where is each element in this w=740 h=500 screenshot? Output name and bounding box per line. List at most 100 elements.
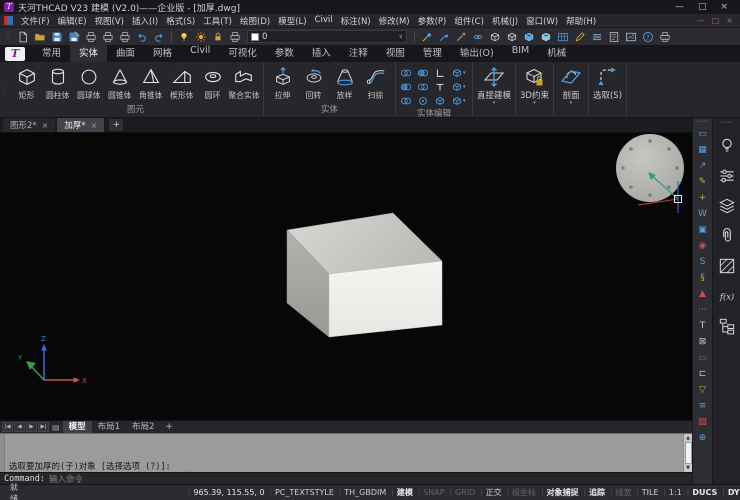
- thcad-brand-icon[interactable]: T: [5, 47, 25, 61]
- shell-icon[interactable]: [417, 94, 434, 108]
- toolbar-grip[interactable]: ⋮: [4, 32, 12, 41]
- drawing-tab[interactable]: 图形2* ×: [3, 118, 55, 132]
- layout-nav-button[interactable]: ▶: [26, 422, 37, 432]
- menu-item[interactable]: 组件(C): [450, 15, 488, 27]
- menu-item[interactable]: 工具(T): [199, 15, 236, 27]
- ortho-toggle[interactable]: 正交: [476, 487, 502, 498]
- menu-item[interactable]: Civil: [311, 15, 337, 27]
- snap-toggle[interactable]: SNAP: [414, 488, 446, 497]
- osnap-toggle[interactable]: 对象捕捉: [537, 487, 580, 498]
- hatch-icon[interactable]: [717, 256, 737, 276]
- scale-toggle[interactable]: 1:1: [660, 488, 683, 497]
- ribbon-tab[interactable]: 参数: [266, 43, 303, 62]
- ribbon-tool[interactable]: 矩形: [12, 64, 42, 101]
- solid-box[interactable]: [287, 213, 442, 337]
- attachment-icon[interactable]: [717, 226, 737, 246]
- dim-style[interactable]: TH_GBDIM: [335, 488, 387, 497]
- ribbon-tool[interactable]: 圆球体: [74, 64, 104, 101]
- flag-icon[interactable]: ▨: [695, 415, 710, 429]
- orient-cube-icon[interactable]: ▲: [695, 287, 710, 301]
- visual-style-shaded-icon[interactable]: [521, 29, 537, 44]
- visual-style-realistic-icon[interactable]: [538, 29, 554, 44]
- cube-option3-icon[interactable]: ▾: [451, 94, 468, 108]
- link-icon[interactable]: [470, 29, 486, 44]
- menu-item[interactable]: 参数(P): [414, 15, 451, 27]
- ribbon-tab[interactable]: 网格: [144, 43, 181, 62]
- visual-style-hidden-icon[interactable]: [504, 29, 520, 44]
- navigation-ball[interactable]: [616, 134, 684, 202]
- menu-item[interactable]: 文件(F): [17, 15, 54, 27]
- layout-tab[interactable]: 布局1: [92, 421, 126, 433]
- properties-icon[interactable]: [589, 29, 605, 44]
- lineweight-toggle[interactable]: 线宽: [606, 487, 632, 498]
- close-button[interactable]: ×: [720, 2, 728, 12]
- layer-dropdown[interactable]: 0 ∨: [247, 30, 407, 43]
- strip-separator[interactable]: ···: [695, 303, 710, 317]
- tee-edit-icon[interactable]: [434, 80, 451, 94]
- close-icon[interactable]: ×: [42, 121, 49, 130]
- open-folder-icon[interactable]: [32, 29, 48, 44]
- spring-icon[interactable]: §: [695, 271, 710, 285]
- cad-standards-icon[interactable]: ▣: [695, 223, 710, 237]
- menu-item[interactable]: 视图(V): [91, 15, 128, 27]
- menu-item[interactable]: 机械(J): [488, 15, 522, 27]
- scroll-down-icon[interactable]: ▼: [686, 465, 690, 471]
- filter-icon[interactable]: ▽: [695, 383, 710, 397]
- maximize-button[interactable]: □: [698, 2, 707, 12]
- pin-tool-icon[interactable]: T: [695, 319, 710, 333]
- spline-icon[interactable]: S: [695, 255, 710, 269]
- publish-icon[interactable]: [117, 29, 133, 44]
- slice-icon[interactable]: [400, 94, 417, 108]
- eyedropper-icon[interactable]: [436, 29, 452, 44]
- ribbon-tool[interactable]: 回转: [299, 64, 329, 101]
- command-input[interactable]: Command: 输入命令: [0, 472, 692, 484]
- interfere-icon[interactable]: [417, 80, 434, 94]
- grid-toggle[interactable]: GRID: [446, 488, 477, 497]
- cube-option-icon[interactable]: ▾: [451, 66, 468, 80]
- ribbon-tab[interactable]: 管理: [414, 43, 451, 62]
- ribbon-tab[interactable]: Civil: [181, 43, 219, 62]
- sun-icon[interactable]: [193, 29, 209, 44]
- new-file-icon[interactable]: [15, 29, 31, 44]
- light-bulb-icon[interactable]: [717, 136, 737, 156]
- bracket-icon[interactable]: ⊏: [695, 367, 710, 381]
- layout-tab[interactable]: 布局2: [126, 421, 160, 433]
- match-properties-icon[interactable]: [419, 29, 435, 44]
- quick-select-icon[interactable]: [453, 29, 469, 44]
- menu-item[interactable]: 格式(S): [162, 15, 199, 27]
- ribbon-tool[interactable]: 聚合实体: [229, 64, 259, 101]
- measure-icon[interactable]: +: [695, 191, 710, 205]
- layer-lock-icon[interactable]: [210, 29, 226, 44]
- plot2-icon[interactable]: [657, 29, 673, 44]
- tile-toggle[interactable]: TILE: [632, 488, 659, 497]
- thicken-icon[interactable]: [434, 94, 451, 108]
- ribbon-tab[interactable]: 曲面: [107, 43, 144, 62]
- polyline-edit-icon[interactable]: ↗: [695, 159, 710, 173]
- menu-item[interactable]: 插入(I): [128, 15, 162, 27]
- ribbon-tool[interactable]: 角锥体: [136, 64, 166, 101]
- layer-bulb-icon[interactable]: [176, 29, 192, 44]
- layout-nav-button[interactable]: ◀: [14, 422, 25, 432]
- add-layout-button[interactable]: +: [161, 422, 177, 432]
- ribbon-tab[interactable]: 机械: [538, 43, 575, 62]
- formula-icon[interactable]: [717, 286, 737, 306]
- menu-item[interactable]: 标注(N): [337, 15, 375, 27]
- ribbon-tool[interactable]: 圆环: [198, 64, 228, 101]
- dyn-toggle[interactable]: DYN: [718, 488, 740, 497]
- corner-edit-icon[interactable]: [434, 66, 451, 80]
- ribbon-tab[interactable]: 注释: [340, 43, 377, 62]
- direct-modeling-button[interactable]: 直接建模 ▾: [473, 64, 516, 117]
- adjust-sliders-icon[interactable]: [717, 166, 737, 186]
- plot-icon[interactable]: [100, 29, 116, 44]
- layers-icon[interactable]: [717, 196, 737, 216]
- layout-tab[interactable]: 模型: [63, 421, 92, 433]
- ribbon-tab[interactable]: 实体: [70, 43, 107, 62]
- layout-nav-button[interactable]: ▶|: [38, 422, 49, 432]
- scroll-up-icon[interactable]: ▲: [686, 435, 690, 441]
- undo-icon[interactable]: [134, 29, 150, 44]
- select-button[interactable]: 选取(S): [589, 64, 627, 117]
- ribbon-tab[interactable]: BIM: [503, 43, 539, 62]
- ribbon-tab[interactable]: 视图: [377, 43, 414, 62]
- doc-close-button[interactable]: ×: [726, 16, 733, 25]
- workspace-modeling[interactable]: 建模: [387, 487, 414, 498]
